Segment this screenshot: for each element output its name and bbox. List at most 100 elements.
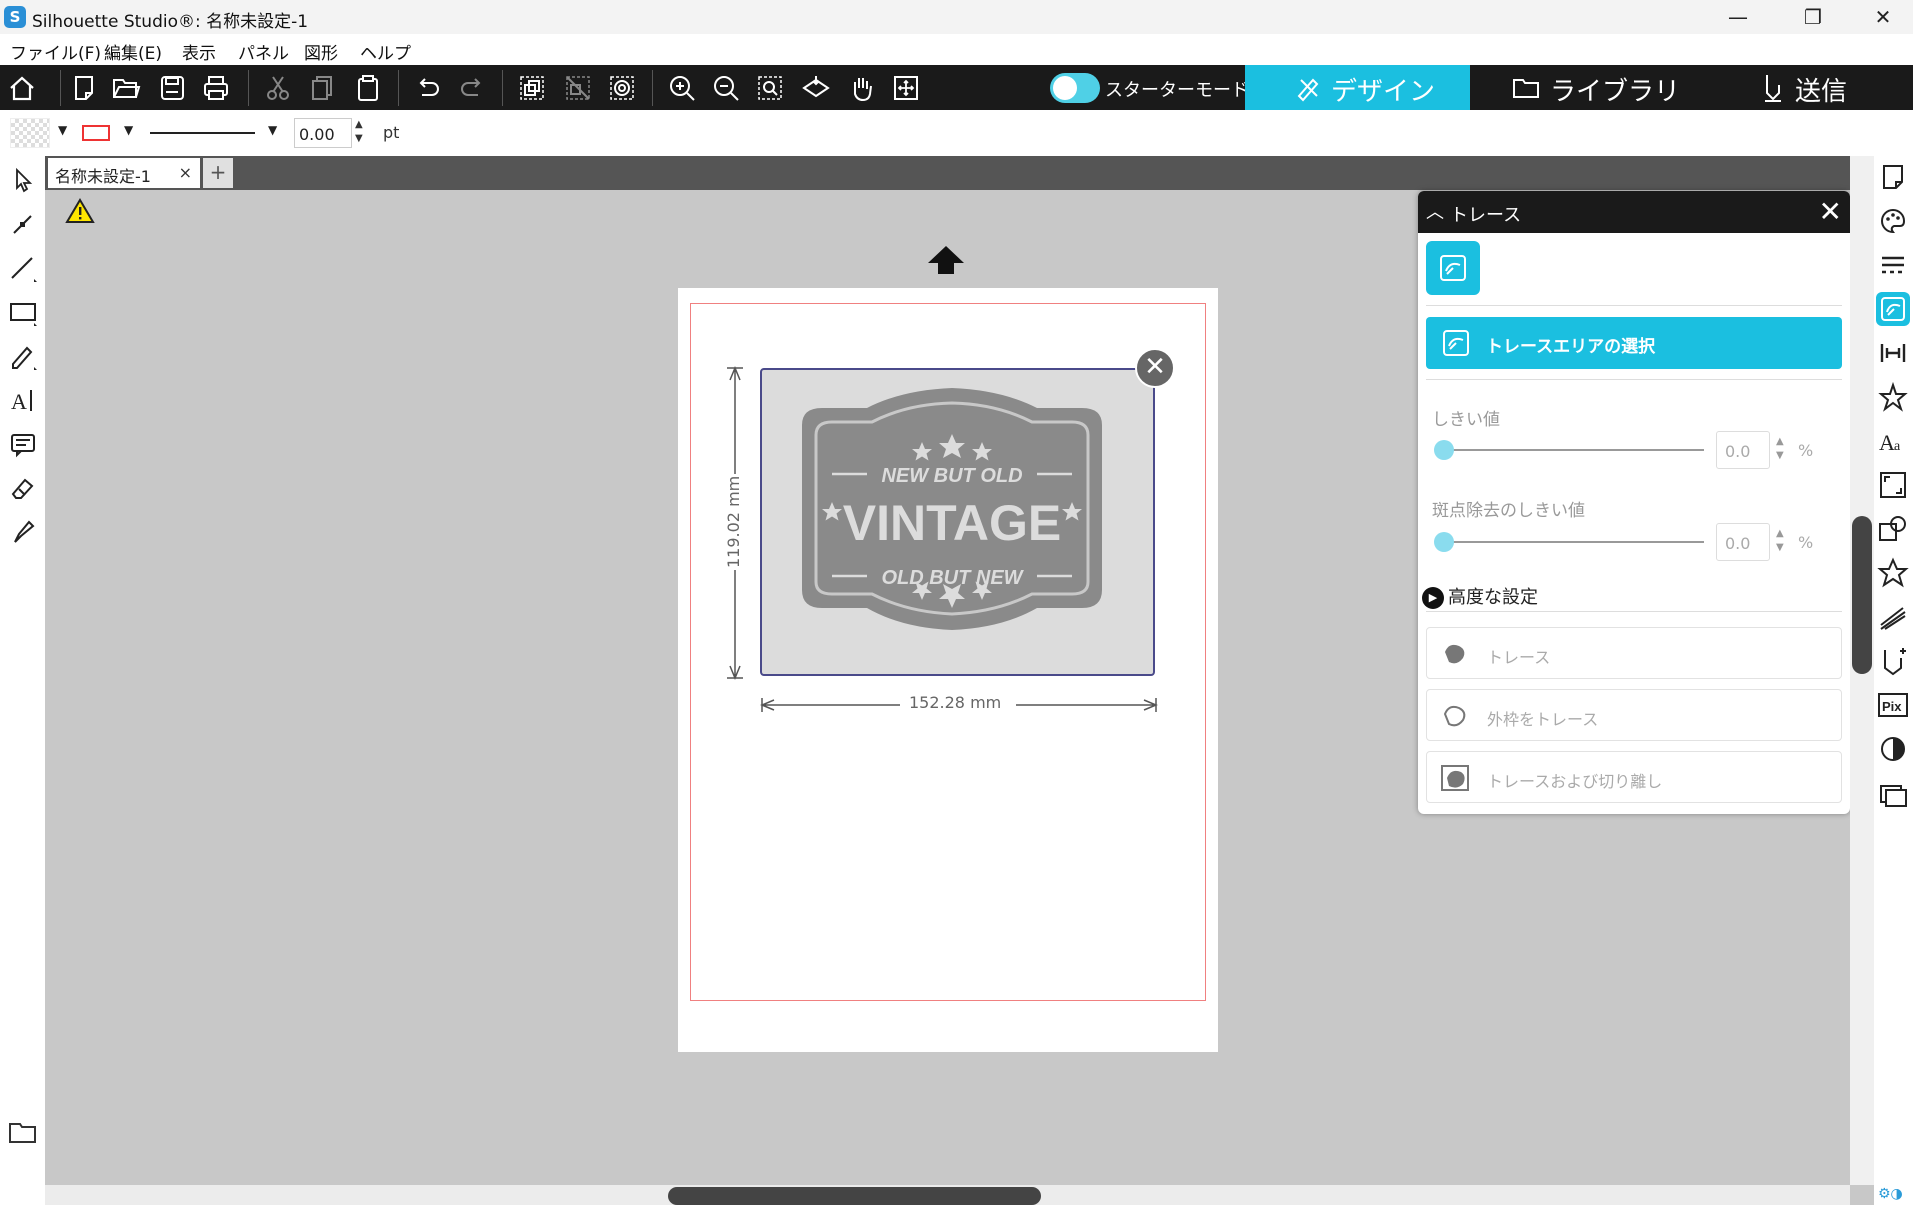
- pan-hand-icon[interactable]: [842, 68, 882, 108]
- fill-dropdown-icon[interactable]: ▼: [58, 123, 67, 137]
- threshold-input[interactable]: 0.0: [1716, 431, 1770, 469]
- selected-image-box[interactable]: NEW BUT OLD VINTAGE OLD BUT NEW: [760, 368, 1155, 676]
- compound-path-icon[interactable]: [602, 68, 642, 108]
- menu-edit[interactable]: 編集(E): [104, 39, 162, 64]
- line-width-stepper[interactable]: ▲ ▼: [355, 118, 363, 146]
- cut-icon[interactable]: [258, 68, 298, 108]
- line-color-dropdown-icon[interactable]: ▼: [124, 123, 133, 137]
- trace-outer-edge-label: 外枠をトレース: [1487, 710, 1599, 729]
- despeckle-input[interactable]: 0.0: [1716, 523, 1770, 561]
- tab-library[interactable]: ライブラリ: [1470, 65, 1695, 110]
- line-style-icon[interactable]: [1876, 248, 1910, 282]
- trace-and-detach-button[interactable]: トレースおよび切り離し: [1426, 751, 1842, 803]
- star-shape-icon[interactable]: [1876, 556, 1910, 590]
- threshold-slider-handle[interactable]: [1434, 440, 1454, 460]
- settings-gear-icon[interactable]: ⚙◑: [1878, 1186, 1903, 1202]
- redo-icon[interactable]: [452, 68, 492, 108]
- palette-icon[interactable]: [1876, 204, 1910, 238]
- draw-pencil-icon[interactable]: [7, 340, 39, 372]
- select-arrow-icon[interactable]: [7, 164, 39, 196]
- home-icon[interactable]: [2, 68, 42, 108]
- sketch-icon[interactable]: [1876, 600, 1910, 634]
- trace-panel-header[interactable]: ︿ トレース ✕: [1418, 191, 1850, 233]
- restore-button[interactable]: ❐: [1778, 0, 1848, 34]
- replicate-icon[interactable]: [1876, 512, 1910, 546]
- copy-icon[interactable]: [302, 68, 342, 108]
- minimize-button[interactable]: —: [1703, 0, 1773, 34]
- main-toolbar: スターターモードオフ デザイン ライブラリ 送信: [0, 65, 1913, 110]
- line-style-sample[interactable]: [150, 132, 255, 134]
- pix-icon[interactable]: Pix: [1876, 688, 1910, 722]
- line-color-swatch[interactable]: [82, 125, 110, 141]
- text-box-icon[interactable]: [7, 428, 39, 460]
- tab-design[interactable]: デザイン: [1245, 65, 1470, 110]
- add-tab-button[interactable]: +: [203, 158, 233, 188]
- new-file-icon[interactable]: [64, 68, 104, 108]
- trace-mode-icon[interactable]: [1426, 241, 1480, 295]
- vertical-scroll-thumb[interactable]: [1852, 516, 1872, 674]
- fill-color-swatch[interactable]: [10, 118, 50, 148]
- layers-icon[interactable]: [1876, 776, 1910, 810]
- trace-outer-edge-button[interactable]: 外枠をトレース: [1426, 689, 1842, 741]
- page-setup-icon[interactable]: [1876, 160, 1910, 194]
- paste-icon[interactable]: [348, 68, 388, 108]
- despeckle-stepper[interactable]: ▲ ▼: [1776, 527, 1784, 555]
- horizontal-scrollbar[interactable]: [45, 1185, 1850, 1205]
- contrast-icon[interactable]: [1876, 732, 1910, 766]
- align-icon[interactable]: [1876, 336, 1910, 370]
- group-icon[interactable]: [512, 68, 552, 108]
- close-panel-icon[interactable]: ✕: [1819, 195, 1842, 228]
- tab-send-label: 送信: [1795, 77, 1848, 107]
- zoom-in-icon[interactable]: [662, 68, 702, 108]
- offset-icon[interactable]: [1876, 644, 1910, 678]
- delete-selection-icon[interactable]: ✕: [1135, 348, 1175, 388]
- close-tab-icon[interactable]: ×: [179, 163, 192, 182]
- menu-shape[interactable]: 図形: [304, 39, 338, 64]
- trace-option-button[interactable]: トレース: [1426, 627, 1842, 679]
- undo-icon[interactable]: [408, 68, 448, 108]
- warning-icon[interactable]: [65, 197, 95, 225]
- document-tab[interactable]: 名称未設定-1 ×: [48, 158, 200, 188]
- horizontal-scroll-thumb[interactable]: [668, 1187, 1041, 1205]
- starter-mode-toggle[interactable]: [1050, 73, 1100, 103]
- despeckle-slider[interactable]: [1440, 541, 1704, 543]
- fit-page-icon[interactable]: [796, 68, 836, 108]
- folder-icon: [9, 1123, 36, 1143]
- zoom-selection-icon[interactable]: [750, 68, 790, 108]
- threshold-unit: %: [1798, 441, 1814, 460]
- eraser-icon[interactable]: [7, 472, 39, 504]
- menu-view[interactable]: 表示: [182, 39, 216, 64]
- vertical-scrollbar[interactable]: [1850, 156, 1874, 1185]
- collapse-panel-icon[interactable]: ︿: [1426, 198, 1444, 224]
- scale-icon[interactable]: [1876, 468, 1910, 502]
- close-window-button[interactable]: ✕: [1848, 0, 1913, 34]
- transform-icon[interactable]: [1876, 380, 1910, 414]
- line-style-dropdown-icon[interactable]: ▼: [268, 123, 277, 137]
- rectangle-tool-icon[interactable]: [7, 296, 39, 328]
- open-folder-icon[interactable]: [106, 68, 146, 108]
- trace-icon[interactable]: [1876, 292, 1910, 326]
- line-width-input[interactable]: 0.00: [294, 118, 352, 148]
- threshold-stepper[interactable]: ▲ ▼: [1776, 435, 1784, 463]
- library-slideout-tab[interactable]: ▶: [0, 1100, 62, 1166]
- advanced-settings-toggle[interactable]: ▶ 高度な設定: [1422, 583, 1538, 609]
- folder-icon: [1513, 79, 1539, 98]
- tab-send[interactable]: 送信: [1695, 65, 1913, 110]
- save-icon[interactable]: [152, 68, 192, 108]
- menu-file[interactable]: ファイル(F): [10, 39, 101, 64]
- zoom-out-icon[interactable]: [706, 68, 746, 108]
- line-tool-icon[interactable]: [7, 252, 39, 284]
- select-trace-area-button[interactable]: トレースエリアの選択: [1426, 317, 1842, 369]
- point-edit-icon[interactable]: [7, 208, 39, 240]
- text-style-icon[interactable]: Aa: [1876, 424, 1910, 458]
- threshold-slider[interactable]: [1440, 449, 1704, 451]
- print-icon[interactable]: [196, 68, 236, 108]
- menu-help[interactable]: ヘルプ: [360, 39, 411, 64]
- menu-panel[interactable]: パネル: [238, 39, 289, 64]
- cutting-mat-page[interactable]: [678, 288, 1218, 1052]
- ungroup-icon[interactable]: [558, 68, 598, 108]
- knife-icon[interactable]: [7, 516, 39, 548]
- text-tool-icon[interactable]: A: [7, 384, 39, 416]
- despeckle-slider-handle[interactable]: [1434, 532, 1454, 552]
- move-page-icon[interactable]: [886, 68, 926, 108]
